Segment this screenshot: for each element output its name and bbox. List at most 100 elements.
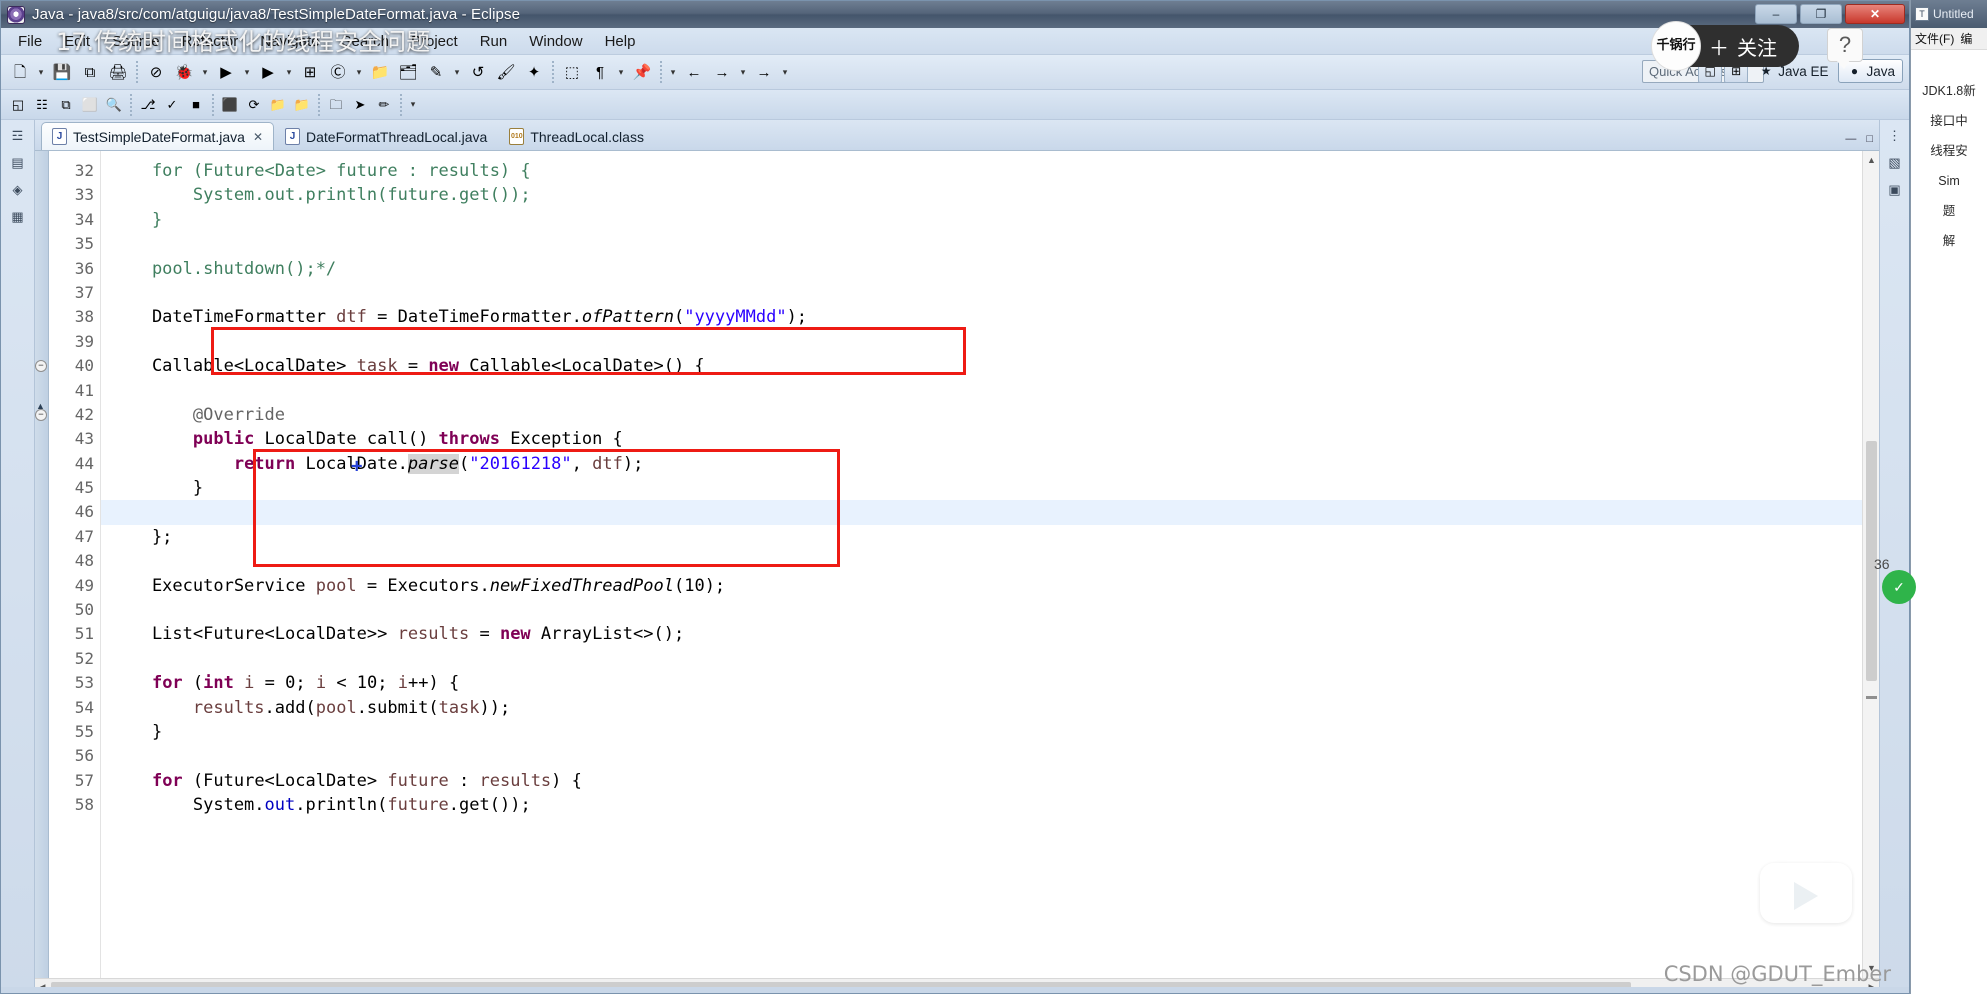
outline-view-rail-icon[interactable]: ⋮ [1884,126,1906,146]
debug-dropdown[interactable]: ▾ [198,67,212,78]
highlight-button[interactable]: ✏ [373,94,395,116]
notepad-window[interactable]: T Untitled 文件(F) 编 JDK1.8新 接口中 线程安 Sim 题解 [1910,0,1987,994]
code-line[interactable]: results.add(pool.submit(task)); [101,696,1862,720]
code-text[interactable]: + for (Future<Date> future : results) { … [101,151,1862,978]
task-list-rail-icon[interactable]: ▦ [7,207,29,227]
code-line[interactable]: ExecutorService pool = Executors.newFixe… [101,574,1862,598]
minimap-rail-icon[interactable]: ▣ [1884,180,1906,200]
folder-three-button[interactable]: 🗀 [325,94,347,116]
code-line[interactable] [101,598,1862,622]
code-line[interactable]: pool.shutdown();*/ [101,257,1862,281]
scroll-up-icon[interactable]: ▲ [1865,154,1878,167]
package-explorer-rail-icon[interactable]: ☲ [7,126,29,146]
maximize-editor-icon[interactable]: □ [1866,133,1873,145]
search-button[interactable]: ✎ [423,59,449,85]
close-icon[interactable]: ✕ [253,130,263,144]
new-dropdown[interactable]: ▾ [34,67,48,78]
open-task-button[interactable]: 🗂 [395,59,421,85]
folder-one-button[interactable]: 📁 [267,94,289,116]
code-editor[interactable]: ▲ 32 33 34 35 36 37 38 39 40−41 42−43 44 45 46 47 48 49… [35,150,1879,978]
notepad-menu-item[interactable]: 编 [1960,30,1972,47]
follow-button[interactable]: 千锅行 ＋ 关注 [1651,21,1799,71]
pin-dropdown[interactable]: ▾ [666,67,680,78]
code-line[interactable]: System.out.println(future.get()); [101,793,1862,817]
code-line[interactable] [101,500,1862,525]
code-line[interactable] [101,330,1862,354]
code-line[interactable]: for (int i = 0; i < 10; i++) { [101,671,1862,695]
editor-tab-testsimpledateformat-java[interactable]: J TestSimpleDateFormat.java ✕ [41,122,275,150]
run-button[interactable]: ▶ [213,59,239,85]
code-line[interactable]: } [101,720,1862,744]
run-last-tool-button[interactable]: ▶ [255,59,281,85]
minimize-editor-icon[interactable]: — [1845,133,1856,145]
run-dropdown[interactable]: ▾ [240,67,254,78]
code-line[interactable] [101,647,1862,671]
pin-editor-button[interactable]: 📌 [629,59,655,85]
last-edit-location-button[interactable]: ↺ [465,59,491,85]
side-badge-check-icon[interactable]: ✓ [1882,570,1916,604]
next-dropdown[interactable]: ▾ [778,67,792,78]
next-annotation-button[interactable]: ⬚ [559,59,585,85]
toggle-mark-occurrences-button[interactable]: 🖌 [493,59,519,85]
back-button[interactable]: ← [681,59,707,85]
zoom-button[interactable]: 🔍 [103,94,125,116]
code-line[interactable] [101,232,1862,256]
code-line[interactable] [101,549,1862,573]
new-java-class-button[interactable]: Ⓒ [325,59,351,85]
channel-avatar[interactable]: 千锅行 [1651,21,1701,71]
new-java-package-button[interactable]: ⊞ [297,59,323,85]
close-button[interactable]: ✕ [1845,4,1905,24]
editor-annotation-ruler[interactable]: ▲ [35,151,49,978]
forward-dropdown[interactable]: ▾ [736,67,750,78]
new-button[interactable]: 🗋 [7,59,33,85]
save-all-button[interactable]: ⧉ [77,59,103,85]
search-dropdown[interactable]: ▾ [450,67,464,78]
code-line[interactable]: for (Future<LocalDate> future : results)… [101,769,1862,793]
skip-breakpoints-button[interactable]: ✦ [521,59,547,85]
minimize-button[interactable]: – [1755,4,1797,24]
menu-item-file[interactable]: File [7,31,53,52]
code-line[interactable] [101,379,1862,403]
print-button[interactable]: 🖨 [105,59,131,85]
code-line[interactable]: } [101,476,1862,500]
open-perspective-button[interactable]: ◱ [7,94,29,116]
previous-annotation-button[interactable]: ¶ [587,59,613,85]
code-line[interactable]: }; [101,525,1862,549]
code-line[interactable]: DateTimeFormatter dtf = DateTimeFormatte… [101,305,1862,329]
new-class-dropdown[interactable]: ▾ [352,67,366,78]
code-line[interactable]: for (Future<Date> future : results) { [101,159,1862,183]
toggle-markers-button[interactable]: ⊘ [143,59,169,85]
outline-rail-icon[interactable]: ▤ [7,153,29,173]
menu-item-window[interactable]: Window [518,31,593,52]
package-button[interactable]: ⬛ [219,94,241,116]
branch-button[interactable]: ⎇ [137,94,159,116]
code-line[interactable]: List<Future<LocalDate>> results = new Ar… [101,622,1862,646]
code-line[interactable]: } [101,208,1862,232]
cursor-button[interactable]: ➤ [349,94,371,116]
notepad-menu-item[interactable]: 文件(F) [1915,30,1954,47]
save-button[interactable]: 💾 [49,59,75,85]
type-hierarchy-rail-icon[interactable]: ◈ [7,180,29,200]
coverage-button[interactable]: ☷ [31,94,53,116]
fold-toggle-icon[interactable]: − [35,408,47,421]
code-line[interactable]: public LocalDate call() throws Exception… [101,427,1862,451]
folder-two-button[interactable]: 📁 [291,94,313,116]
run-last-tool-dropdown[interactable]: ▾ [282,67,296,78]
forward-button[interactable]: → [709,59,735,85]
menu-item-run[interactable]: Run [469,31,519,52]
editor-tab-dateformatthreadlocal-java[interactable]: J DateFormatThreadLocal.java [274,122,498,150]
highlight-dropdown[interactable]: ▾ [406,99,420,110]
menu-item-help[interactable]: Help [594,31,647,52]
code-line[interactable]: Callable<LocalDate> task = new Callable<… [101,354,1862,378]
notepad-text[interactable]: JDK1.8新 接口中 线程安 Sim 题解 [1911,50,1987,256]
validate-button[interactable]: ✓ [161,94,183,116]
stop-button[interactable]: ■ [185,94,207,116]
task-list-rail-icon[interactable]: ▧ [1884,153,1906,173]
debug-button[interactable]: 🐞 [171,59,197,85]
code-line[interactable]: @Override [101,403,1862,427]
code-line[interactable] [101,281,1862,305]
code-line[interactable]: return LocalDate.parse("20161218", dtf); [101,452,1862,476]
back-history-dropdown[interactable]: ▾ [614,67,628,78]
code-line[interactable]: System.out.println(future.get()); [101,183,1862,207]
history-button[interactable]: ⧉ [55,94,77,116]
